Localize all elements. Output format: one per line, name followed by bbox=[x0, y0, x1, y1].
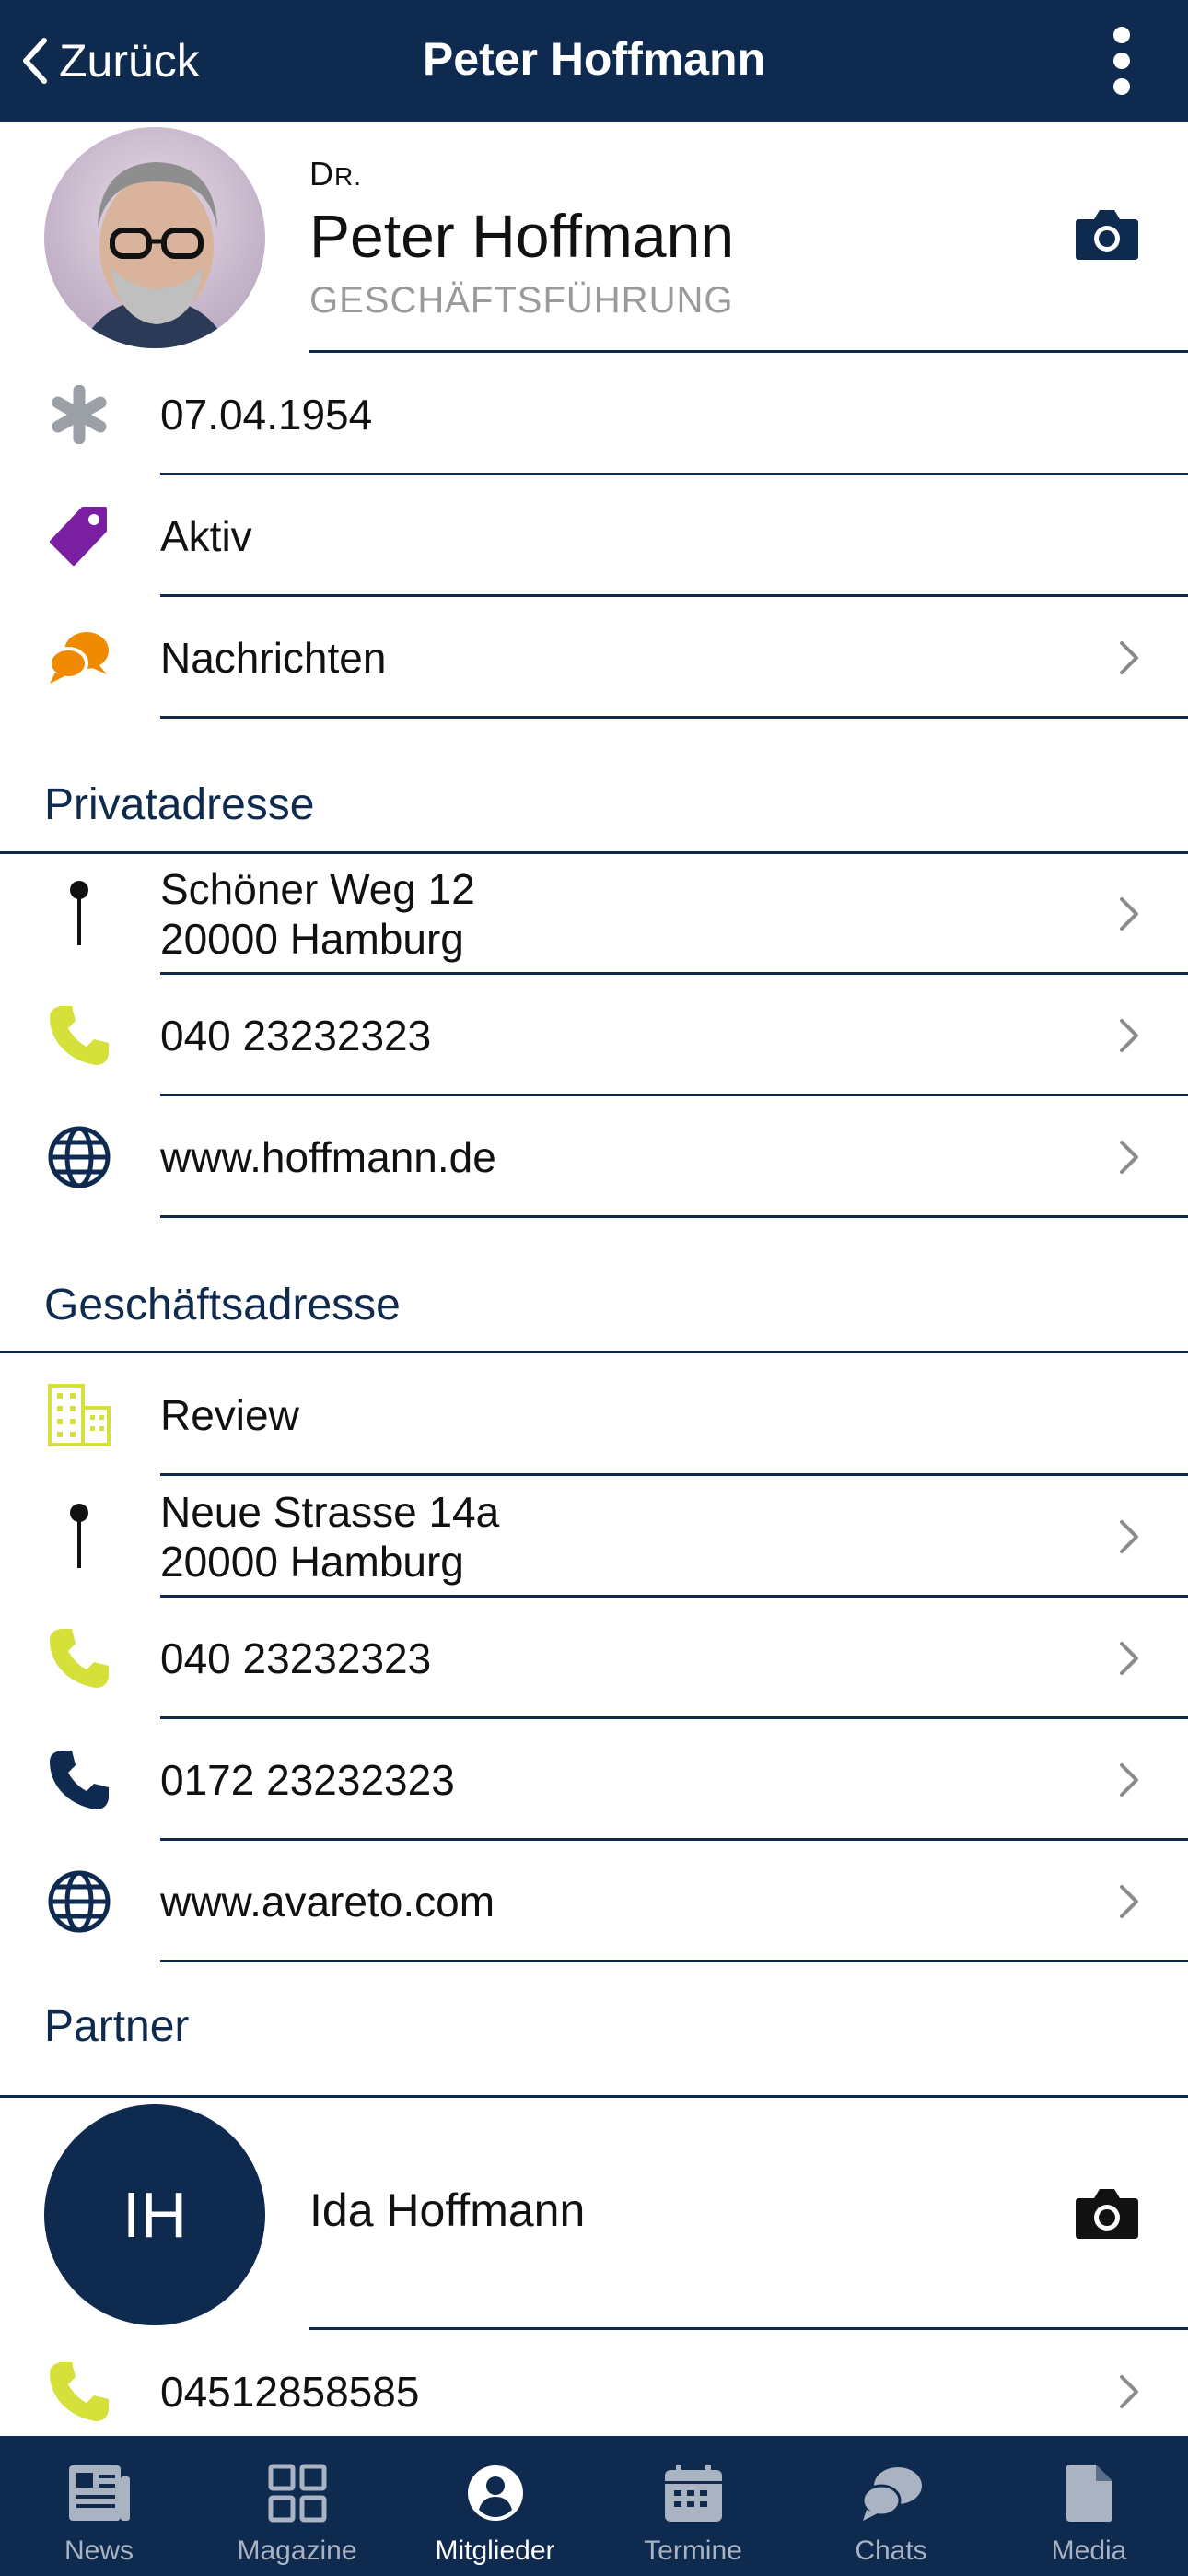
private-address-text: Schöner Weg 12 20000 Hamburg bbox=[160, 853, 475, 975]
messages-label: Nachrichten bbox=[160, 634, 387, 682]
section-title-business: Geschäftsadresse bbox=[44, 1281, 401, 1329]
business-website-row[interactable]: www.avareto.com bbox=[0, 1841, 1188, 1962]
chevron-right-icon bbox=[1120, 897, 1138, 931]
chevron-right-icon bbox=[1120, 1141, 1138, 1174]
chevron-right-icon bbox=[1120, 1763, 1138, 1797]
tag-icon bbox=[50, 507, 107, 566]
pin-icon bbox=[70, 1504, 88, 1568]
tab-termine[interactable]: Termine bbox=[594, 2436, 792, 2576]
chevron-right-icon bbox=[1120, 1520, 1138, 1553]
top-navigation-bar: Zurück Peter Hoffmann bbox=[0, 0, 1188, 122]
chat-bubbles-icon bbox=[48, 632, 109, 684]
status-text: Aktiv bbox=[160, 512, 252, 560]
globe-icon bbox=[48, 1870, 111, 1933]
grid-icon bbox=[268, 2464, 326, 2523]
profile-avatar[interactable] bbox=[44, 127, 265, 348]
camera-icon bbox=[1076, 210, 1138, 260]
business-phone-text: 040 23232323 bbox=[160, 1634, 432, 1682]
phone-icon bbox=[50, 1006, 109, 1065]
chevron-right-icon bbox=[1120, 641, 1138, 674]
birthdate-text: 07.04.1954 bbox=[160, 391, 373, 439]
asterisk-icon bbox=[52, 385, 107, 444]
name-prefix: DR. bbox=[309, 155, 362, 193]
business-address-row[interactable]: Neue Strasse 14a 20000 Hamburg bbox=[0, 1476, 1188, 1598]
section-title-partner: Partner bbox=[44, 2002, 190, 2051]
newspaper-icon bbox=[68, 2465, 130, 2521]
partner-phone-text: 04512858585 bbox=[160, 2368, 420, 2416]
divider bbox=[0, 2095, 1188, 2098]
chevron-left-icon bbox=[23, 38, 47, 84]
partner-avatar[interactable]: IH bbox=[44, 2104, 265, 2325]
pin-icon bbox=[70, 881, 88, 945]
chevron-right-icon bbox=[1120, 1885, 1138, 1918]
divider bbox=[0, 1351, 1188, 1353]
private-address-row[interactable]: Schöner Weg 12 20000 Hamburg bbox=[0, 853, 1188, 975]
company-text: Review bbox=[160, 1391, 299, 1439]
business-website-text: www.avareto.com bbox=[160, 1878, 495, 1926]
street: Schöner Weg 12 bbox=[160, 865, 475, 913]
birthdate-row: 07.04.1954 bbox=[0, 354, 1188, 475]
partner-phone-row[interactable]: 04512858585 bbox=[0, 2331, 1188, 2453]
business-address-text: Neue Strasse 14a 20000 Hamburg bbox=[160, 1476, 499, 1598]
change-photo-button[interactable] bbox=[1074, 206, 1140, 262]
tab-label: Termine bbox=[644, 2535, 742, 2566]
back-button-label: Zurück bbox=[59, 35, 200, 87]
company-row: Review bbox=[0, 1354, 1188, 1476]
tab-chats[interactable]: Chats bbox=[792, 2436, 990, 2576]
tab-mitglieder[interactable]: Mitglieder bbox=[396, 2436, 594, 2576]
back-button[interactable]: Zurück bbox=[20, 28, 200, 94]
business-phone-row[interactable]: 040 23232323 bbox=[0, 1598, 1188, 1719]
tab-label: Media bbox=[1051, 2535, 1127, 2566]
chevron-right-icon bbox=[1120, 1019, 1138, 1052]
globe-icon bbox=[48, 1126, 111, 1188]
chat-icon bbox=[861, 2467, 922, 2521]
document-icon bbox=[1066, 2465, 1112, 2522]
camera-icon bbox=[1076, 2189, 1138, 2239]
section-title-private: Privatadresse bbox=[44, 780, 315, 829]
tab-label: Mitglieder bbox=[435, 2535, 555, 2566]
portrait-photo bbox=[44, 127, 265, 348]
messages-row[interactable]: Nachrichten bbox=[0, 597, 1188, 719]
partner-name: Ida Hoffmann bbox=[309, 2184, 586, 2236]
divider bbox=[160, 1960, 1188, 1962]
divider bbox=[160, 716, 1188, 719]
city: 20000 Hamburg bbox=[160, 1538, 464, 1586]
profile-header: DR. Peter Hoffmann GESCHÄFTSFÜHRUNG bbox=[0, 122, 1188, 353]
chevron-right-icon bbox=[1120, 2375, 1138, 2408]
status-row: Aktiv bbox=[0, 475, 1188, 597]
business-mobile-text: 0172 23232323 bbox=[160, 1756, 455, 1804]
tab-label: Chats bbox=[855, 2535, 927, 2566]
tab-news[interactable]: News bbox=[0, 2436, 198, 2576]
divider bbox=[309, 2327, 1188, 2330]
building-icon bbox=[48, 1384, 111, 1446]
profile-name: Peter Hoffmann bbox=[309, 202, 735, 270]
tab-label: News bbox=[64, 2535, 134, 2566]
private-website-text: www.hoffmann.de bbox=[160, 1133, 496, 1181]
private-phone-text: 040 23232323 bbox=[160, 1012, 432, 1060]
phone-icon bbox=[50, 1751, 109, 1809]
private-phone-row[interactable]: 040 23232323 bbox=[0, 975, 1188, 1096]
tab-magazine[interactable]: Magazine bbox=[198, 2436, 396, 2576]
divider bbox=[160, 1215, 1188, 1218]
more-vertical-icon bbox=[1113, 27, 1130, 95]
tab-media[interactable]: Media bbox=[990, 2436, 1188, 2576]
city: 20000 Hamburg bbox=[160, 915, 464, 963]
chevron-right-icon bbox=[1120, 1642, 1138, 1675]
phone-icon bbox=[50, 1629, 109, 1688]
partner-change-photo-button[interactable] bbox=[1074, 2185, 1140, 2241]
profile-role: GESCHÄFTSFÜHRUNG bbox=[309, 280, 734, 321]
calendar-icon bbox=[664, 2465, 722, 2522]
street: Neue Strasse 14a bbox=[160, 1488, 500, 1536]
tab-label: Magazine bbox=[237, 2535, 357, 2566]
partner-initials: IH bbox=[122, 2179, 187, 2251]
divider bbox=[309, 350, 1188, 353]
more-options-button[interactable] bbox=[1111, 26, 1133, 96]
business-mobile-row[interactable]: 0172 23232323 bbox=[0, 1719, 1188, 1841]
bottom-tab-bar: News Magazine Mitglieder Termine Chats M… bbox=[0, 2436, 1188, 2576]
user-circle-icon bbox=[467, 2465, 523, 2521]
private-website-row[interactable]: www.hoffmann.de bbox=[0, 1096, 1188, 1218]
phone-icon bbox=[50, 2362, 109, 2421]
